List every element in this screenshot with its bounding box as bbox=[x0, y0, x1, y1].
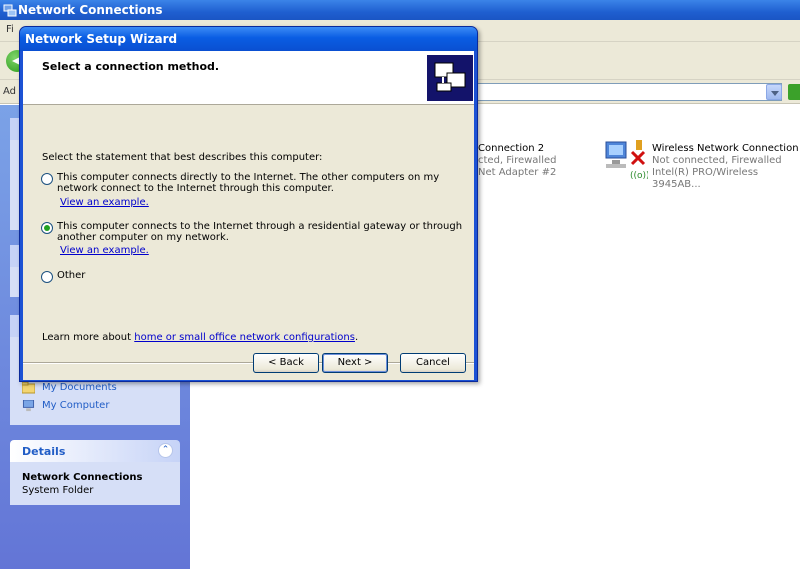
address-dropdown-icon[interactable] bbox=[766, 84, 782, 100]
option-gateway-example-link[interactable]: View an example. bbox=[60, 245, 149, 256]
learn-more-suffix: . bbox=[354, 332, 359, 343]
option-gateway-radio[interactable] bbox=[41, 222, 53, 234]
network-connections-icon bbox=[3, 4, 17, 17]
connection-status: Not connected, Firewalled bbox=[652, 155, 782, 166]
dialog-body: Select a connection method. Select the s… bbox=[23, 51, 474, 380]
explorer-title-bar[interactable]: Network Connections bbox=[0, 0, 800, 20]
option-direct-example-link[interactable]: View an example. bbox=[60, 197, 149, 208]
option-direct-text: This computer connects directly to the I… bbox=[57, 172, 440, 194]
dialog-prompt: Select the statement that best describes… bbox=[42, 152, 323, 163]
computer-icon bbox=[22, 400, 35, 412]
address-label: Ad bbox=[3, 86, 17, 97]
learn-more: Learn more about home or small office ne… bbox=[42, 332, 358, 343]
connection-name: Connection 2 bbox=[478, 143, 545, 154]
cancel-button[interactable]: Cancel bbox=[400, 353, 466, 373]
other-places-list: My Documents My Computer bbox=[10, 375, 180, 425]
details-panel: Network Connections System Folder bbox=[10, 462, 180, 505]
network-setup-wizard-dialog: Network Setup Wizard Select a connection… bbox=[19, 26, 478, 382]
option-direct-radio[interactable] bbox=[41, 173, 53, 185]
details-header[interactable]: Details ⌃ bbox=[10, 440, 180, 462]
connection-item-wireless[interactable]: Wireless Network Connection Not connecte… bbox=[652, 143, 800, 191]
next-button[interactable]: Next > bbox=[322, 353, 388, 373]
go-arrow-icon[interactable] bbox=[788, 84, 800, 100]
option-gateway-text: This computer connects to the Internet t… bbox=[57, 221, 463, 243]
connection-name: Wireless Network Connection bbox=[652, 143, 799, 154]
dialog-heading: Select a connection method. bbox=[42, 60, 220, 73]
option-other-label[interactable]: Other bbox=[57, 270, 467, 281]
details-type: System Folder bbox=[22, 485, 94, 496]
back-button[interactable]: < Back bbox=[253, 353, 319, 373]
folder-icon bbox=[22, 382, 35, 394]
connection-device: Net Adapter #2 bbox=[478, 167, 557, 178]
learn-more-link[interactable]: home or small office network configurati… bbox=[134, 332, 355, 343]
explorer-title: Network Connections bbox=[18, 3, 163, 17]
dialog-title-bar[interactable]: Network Setup Wizard bbox=[20, 27, 477, 51]
connection-item-2[interactable]: Connection 2 cted, Firewalled Net Adapte… bbox=[478, 143, 557, 179]
network-wizard-icon bbox=[427, 55, 473, 101]
option-direct-label[interactable]: This computer connects directly to the I… bbox=[57, 172, 467, 211]
my-computer-link[interactable]: My Computer bbox=[42, 400, 109, 411]
connection-status: cted, Firewalled bbox=[478, 155, 557, 166]
my-documents-link[interactable]: My Documents bbox=[42, 382, 117, 393]
svg-text:((o)): ((o)) bbox=[630, 171, 648, 181]
details-title: Details bbox=[22, 445, 66, 458]
dialog-title: Network Setup Wizard bbox=[25, 32, 178, 46]
details-name: Network Connections bbox=[22, 472, 143, 483]
option-other-radio[interactable] bbox=[41, 271, 53, 283]
address-input[interactable] bbox=[470, 83, 782, 101]
learn-more-prefix: Learn more about bbox=[42, 332, 135, 343]
dialog-header: Select a connection method. bbox=[23, 51, 474, 105]
connection-device: Intel(R) PRO/Wireless 3945AB... bbox=[652, 167, 759, 190]
collapse-chevron-icon[interactable]: ⌃ bbox=[158, 443, 173, 458]
menu-file[interactable]: Fi bbox=[6, 24, 14, 35]
option-gateway-label[interactable]: This computer connects to the Internet t… bbox=[57, 221, 467, 258]
wireless-connection-icon[interactable]: ((o)) bbox=[604, 140, 648, 182]
